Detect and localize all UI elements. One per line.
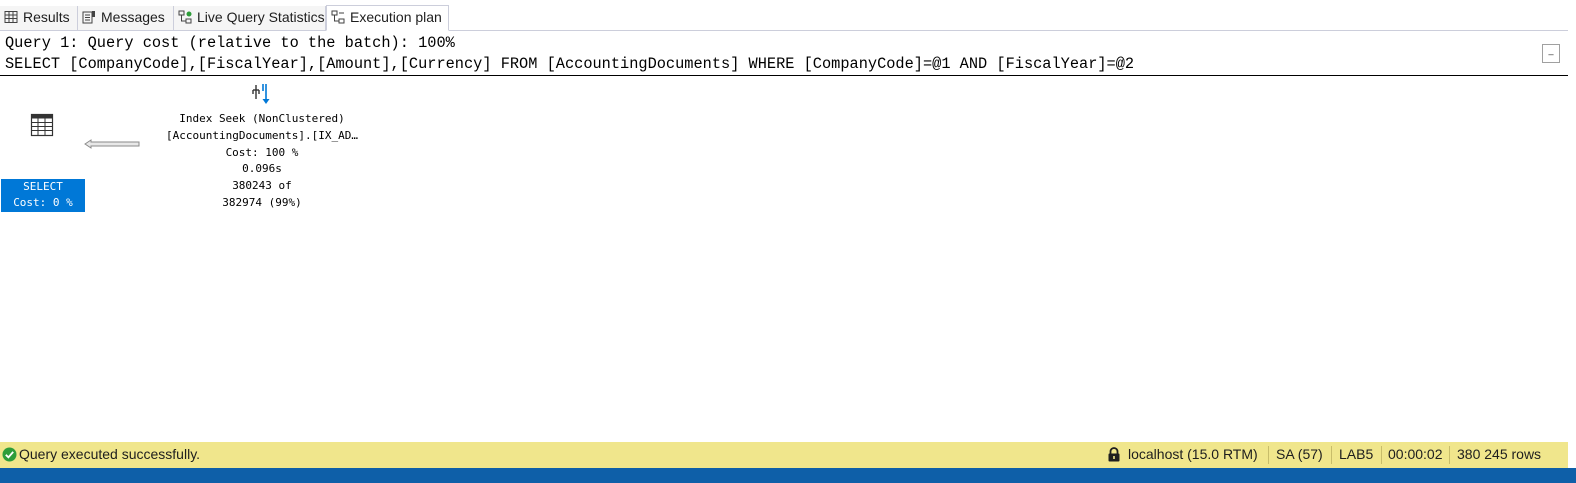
- index-seek-icon: [252, 84, 270, 104]
- lock-icon: [1108, 447, 1120, 462]
- data-flow-arrow[interactable]: [84, 139, 142, 149]
- tab-label: Execution plan: [350, 9, 442, 25]
- execution-plan-canvas: SELECT Cost: 0 % Index Seek (NonClustere…: [0, 77, 1568, 441]
- app-status-strip: [0, 468, 1576, 483]
- status-server: localhost (15.0 RTM): [1128, 446, 1258, 462]
- status-message: Query executed successfully.: [19, 446, 201, 462]
- status-bar: Query executed successfully. localhost (…: [0, 442, 1568, 468]
- status-user: SA (57): [1276, 446, 1323, 462]
- seek-rows-estimated: 382974 (99%): [222, 195, 302, 209]
- success-check-icon: [2, 447, 17, 462]
- seek-object-name: [AccountingDocuments].[IX_AD…: [165, 128, 359, 142]
- status-separator: [1268, 446, 1269, 464]
- seek-elapsed-time: 0.096s: [242, 162, 282, 176]
- seek-cost: Cost: 100 %: [225, 145, 299, 159]
- select-node-cost: Cost: 0 %: [13, 196, 73, 209]
- query-header: Query 1: Query cost (relative to the bat…: [0, 31, 1568, 76]
- select-result-icon: [30, 113, 54, 137]
- status-separator: [1381, 446, 1382, 464]
- tab-label: Results: [23, 9, 70, 25]
- status-database: LAB5: [1339, 446, 1374, 462]
- status-elapsed-time: 00:00:02: [1388, 446, 1443, 462]
- select-node-label[interactable]: SELECT Cost: 0 %: [1, 179, 85, 212]
- seek-operator-name: Index Seek (NonClustered): [179, 112, 345, 125]
- seek-rows-actual: 380243 of: [232, 179, 292, 193]
- query-cost-header: Query 1: Query cost (relative to the bat…: [5, 34, 455, 52]
- window-edge: [1568, 0, 1576, 468]
- index-seek-details: Index Seek (NonClustered) [AccountingDoc…: [140, 111, 384, 212]
- minimize-button[interactable]: _: [1542, 44, 1560, 63]
- tab-live-query-statistics[interactable]: Live Query Statistics: [174, 6, 326, 30]
- live-stats-icon: [178, 10, 192, 24]
- status-row-count: 380 245 rows: [1457, 446, 1542, 462]
- tab-messages[interactable]: Messages: [78, 6, 174, 30]
- tab-label: Messages: [101, 9, 165, 25]
- grid-icon: [4, 11, 18, 23]
- select-node-name: SELECT: [23, 180, 63, 193]
- status-separator: [1331, 446, 1332, 464]
- query-sql-text[interactable]: SELECT [CompanyCode],[FiscalYear],[Amoun…: [5, 55, 1134, 73]
- execution-plan-icon: [331, 10, 345, 24]
- messages-icon: [82, 11, 95, 24]
- tab-results[interactable]: Results: [0, 6, 78, 30]
- result-tab-strip: Results Messages Live Query Statistics E…: [0, 0, 1568, 31]
- tab-label: Live Query Statistics: [197, 9, 325, 25]
- tab-execution-plan[interactable]: Execution plan: [326, 5, 449, 31]
- status-separator: [1449, 446, 1450, 464]
